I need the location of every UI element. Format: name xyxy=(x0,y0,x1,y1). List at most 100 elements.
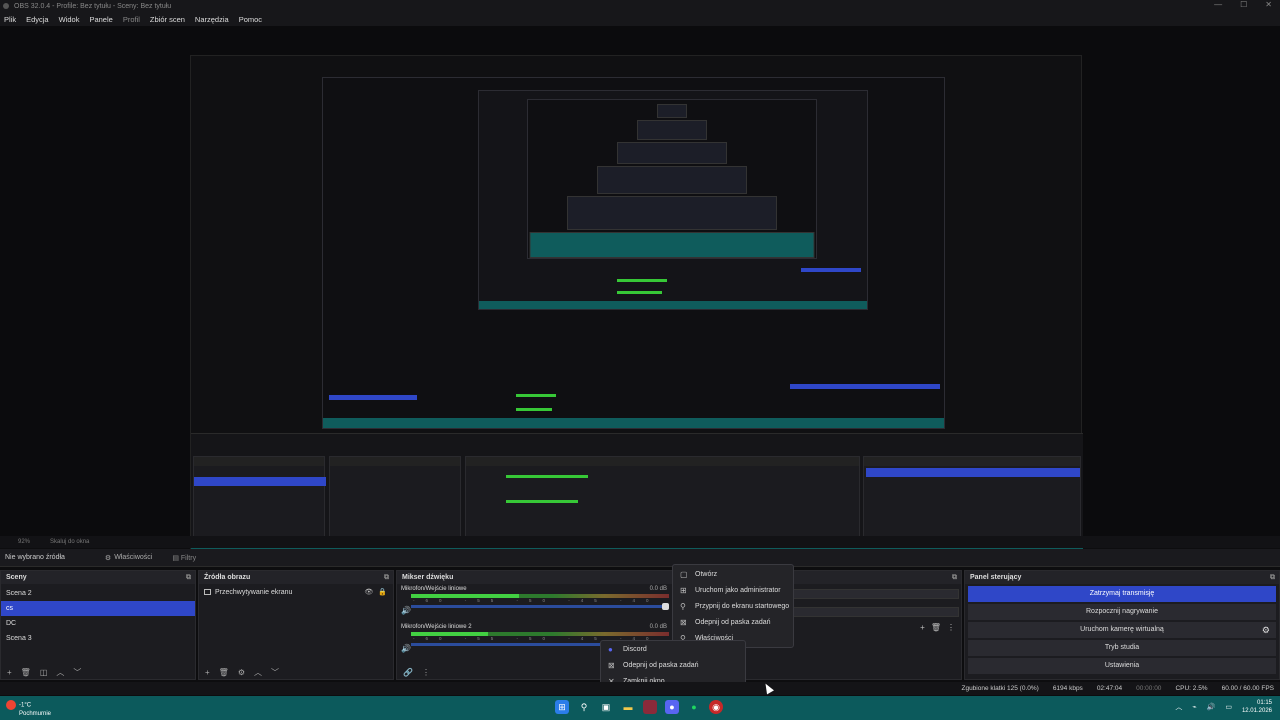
mixer-menu-icon[interactable]: ⋮ xyxy=(422,668,430,677)
source-item[interactable]: Przechwytywanie ekranu 👁 🔒 xyxy=(199,584,393,600)
move-down-icon[interactable]: ﹀ xyxy=(271,667,279,678)
studio-mode-button[interactable]: Tryb studia xyxy=(968,640,1276,656)
menu-docks[interactable]: Panele xyxy=(89,15,112,24)
add-source-icon[interactable]: + xyxy=(205,668,210,677)
add-scene-icon[interactable]: + xyxy=(7,668,12,677)
start-icon[interactable]: ⊞ xyxy=(555,700,569,714)
controls-dock: Panel sterujący ⧉ Zatrzymaj transmisję Ro… xyxy=(964,570,1280,680)
scene-item[interactable]: Scena 2 xyxy=(1,586,195,601)
nested-meter xyxy=(516,394,556,397)
dock-float-icon[interactable]: ⧉ xyxy=(952,571,957,584)
mixer-link-icon[interactable]: 🔗 xyxy=(403,668,413,677)
scene-item[interactable]: Scena 3 xyxy=(1,631,195,646)
open-icon: ▢ xyxy=(680,570,688,579)
nested-taskbar xyxy=(323,418,944,428)
unpin-icon: ⊠ xyxy=(608,661,615,670)
weather-widget[interactable]: -1°C Pochmurnie xyxy=(6,700,51,718)
menu-file[interactable]: Plik xyxy=(4,15,16,24)
stop-stream-button[interactable]: Zatrzymaj transmisję xyxy=(968,586,1276,602)
nested-scenes-dock xyxy=(193,456,326,546)
battery-icon[interactable]: ▭ xyxy=(1225,703,1232,711)
app-icon[interactable] xyxy=(643,700,657,714)
preview-canvas xyxy=(190,55,1083,558)
duration-field[interactable] xyxy=(773,607,959,617)
scenes-title: Sceny xyxy=(6,574,27,581)
dock-float-icon[interactable]: ⧉ xyxy=(186,571,191,584)
discord-icon[interactable]: ● xyxy=(665,700,679,714)
obs-icon[interactable]: ◉ xyxy=(709,700,723,714)
network-icon[interactable]: ⌁ xyxy=(1192,703,1196,711)
settings-button[interactable]: Ustawienia xyxy=(968,658,1276,674)
pin-icon: ⚲ xyxy=(680,602,686,611)
nested-taskbar xyxy=(479,301,867,309)
jump-item-discord[interactable]: ● Discord xyxy=(601,642,745,658)
dock-float-icon[interactable]: ⧉ xyxy=(384,571,389,584)
source-settings-icon[interactable]: ⚙ xyxy=(238,668,245,677)
speaker-icon[interactable]: 🔊 xyxy=(401,606,411,615)
dock-float-icon[interactable]: ⧉ xyxy=(1270,571,1275,584)
channel-db: 0.0 dB xyxy=(649,624,667,630)
virtual-camera-button[interactable]: Uruchom kamerę wirtualną ⚙ xyxy=(968,622,1276,638)
filter-icon: ▤ xyxy=(172,554,179,562)
visibility-eye-icon[interactable]: 👁 xyxy=(364,588,373,596)
remove-source-icon[interactable]: 🗑 xyxy=(219,668,229,677)
chevron-up-icon[interactable]: ︿ xyxy=(1175,702,1182,712)
menu-help[interactable]: Pomoc xyxy=(239,15,262,24)
add-transition-icon[interactable]: + xyxy=(920,623,925,632)
dropped-frames: Zgubione klatki 125 (0.0%) xyxy=(961,685,1039,692)
menu-tools[interactable]: Narzędzia xyxy=(195,15,229,24)
filters-button[interactable]: ▤ Filtry xyxy=(172,554,196,562)
transition-menu-icon[interactable]: ⋮ xyxy=(947,623,955,632)
discord-icon: ● xyxy=(608,645,613,654)
gear-icon: ⚙ xyxy=(104,554,112,562)
properties-label: Właściwości xyxy=(114,554,153,561)
scene-filters-icon[interactable]: ◫ xyxy=(40,668,48,677)
speaker-icon[interactable]: 🔊 xyxy=(401,644,411,653)
cpu-usage: CPU: 2.5% xyxy=(1175,685,1208,692)
move-down-icon[interactable]: ﹀ xyxy=(73,667,81,678)
properties-button[interactable]: ⚙ Właściwości xyxy=(105,554,152,562)
window-title: OBS 32.0.4 - Profile: Bez tytułu - Sceny… xyxy=(14,2,172,10)
nested-sources-dock xyxy=(329,456,461,546)
transition-dropdown[interactable] xyxy=(773,589,959,599)
search-icon[interactable]: ⚲ xyxy=(577,700,591,714)
menu-item-open[interactable]: ▢ Otwórz xyxy=(673,567,793,583)
clock[interactable]: 01:15 12.01.2026 xyxy=(1242,699,1272,715)
gear-icon[interactable]: ⚙ xyxy=(1262,622,1270,638)
nested-capture-5 xyxy=(637,120,707,140)
nested-meter xyxy=(617,279,667,282)
jump-item-unpin[interactable]: ⊠ Odepnij od paska zadań xyxy=(601,658,745,674)
volume-slider[interactable] xyxy=(411,603,669,610)
menu-item-label: Przypnij do ekranu startowego xyxy=(695,603,790,610)
move-up-icon[interactable]: ︿ xyxy=(56,667,64,678)
remove-scene-icon[interactable]: 🗑 xyxy=(21,668,31,677)
menu-profile[interactable]: Profil xyxy=(123,15,140,24)
menu-item-unpin-taskbar[interactable]: ⊠ Odepnij od paska zadań xyxy=(673,615,793,631)
scene-item[interactable]: DC xyxy=(1,616,195,631)
volume-icon[interactable]: 🔊 xyxy=(1207,703,1216,711)
monitor-icon xyxy=(204,589,211,595)
bitrate: 6194 kbps xyxy=(1052,685,1083,692)
virtual-camera-label: Uruchom kamerę wirtualną xyxy=(1080,626,1164,633)
lock-icon[interactable]: 🔒 xyxy=(378,588,387,596)
remove-transition-icon[interactable]: 🗑 xyxy=(931,623,941,632)
preview-area[interactable] xyxy=(0,26,1280,558)
mixer-title: Mikser dźwięku xyxy=(402,574,454,581)
minimize-button[interactable]: — xyxy=(1214,0,1222,9)
close-button[interactable]: ✕ xyxy=(1265,0,1272,9)
menu-scene-collection[interactable]: Zbiór scen xyxy=(150,15,185,24)
menu-edit[interactable]: Edycja xyxy=(26,15,49,24)
menu-item-pin-start[interactable]: ⚲ Przypnij do ekranu startowego xyxy=(673,599,793,615)
clock-time: 01:15 xyxy=(1256,700,1272,706)
task-view-icon[interactable]: ▣ xyxy=(599,700,613,714)
scene-item-selected[interactable]: cs xyxy=(1,601,195,616)
scale-mode[interactable]: Skaluj do okna xyxy=(50,539,89,545)
menu-view[interactable]: Widok xyxy=(59,15,80,24)
sources-title: Źródła obrazu xyxy=(204,574,251,581)
start-record-button[interactable]: Rozpocznij nagrywanie xyxy=(968,604,1276,620)
spotify-icon[interactable]: ● xyxy=(687,700,701,714)
file-explorer-icon[interactable]: ▬ xyxy=(621,700,635,714)
move-up-icon[interactable]: ︿ xyxy=(254,667,262,678)
menu-item-run-as-admin[interactable]: ⊞ Uruchom jako administrator xyxy=(673,583,793,599)
maximize-button[interactable]: ☐ xyxy=(1240,0,1247,9)
